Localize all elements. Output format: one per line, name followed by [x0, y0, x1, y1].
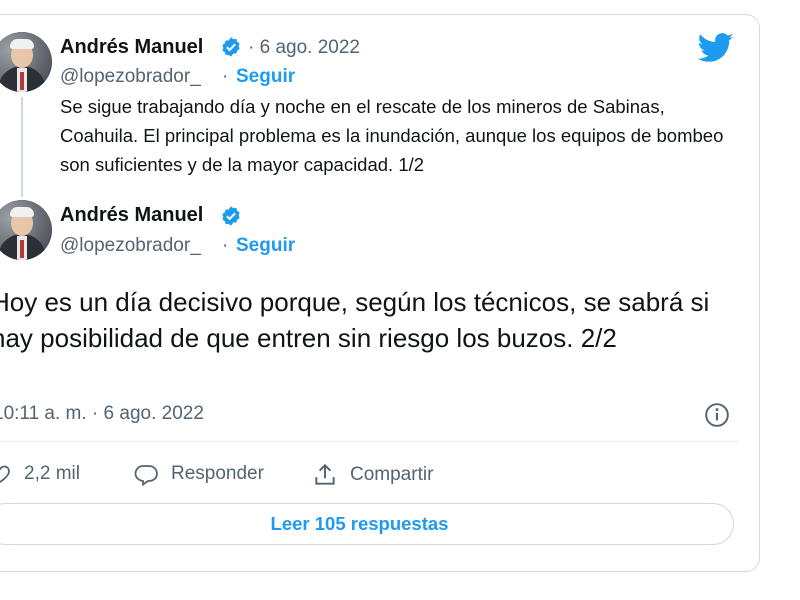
twitter-bird-icon[interactable]	[698, 33, 734, 63]
reply-icon	[134, 465, 158, 486]
heart-icon	[0, 465, 10, 484]
share-action[interactable]: Compartir	[312, 462, 433, 488]
read-replies-button[interactable]: Leer 105 respuestas	[0, 503, 734, 545]
follow-link[interactable]: Seguir	[236, 235, 295, 257]
share-label: Compartir	[350, 464, 434, 485]
reply-action[interactable]: Responder	[133, 462, 264, 486]
author-avatar[interactable]	[0, 200, 52, 260]
like-action[interactable]: 2,2 mil	[0, 462, 80, 486]
tweet-text-main: Hoy es un día decisivo porque, según los…	[0, 287, 710, 353]
author-handle[interactable]: @lopezobrador_	[60, 66, 201, 88]
handle-separator: ·	[222, 66, 229, 87]
tweet-text: Se sigue trabajando día y noche en el re…	[60, 96, 724, 175]
tweet-date[interactable]: · 6 ago. 2022	[248, 37, 360, 59]
handle-separator: ·	[222, 235, 229, 256]
author-avatar[interactable]	[0, 32, 52, 92]
share-icon	[315, 463, 335, 485]
author-handle[interactable]: @lopezobrador_	[60, 235, 201, 257]
author-name[interactable]: Andrés Manuel	[60, 204, 203, 227]
like-count: 2,2 mil	[24, 463, 80, 484]
info-icon[interactable]	[704, 402, 730, 428]
divider	[0, 441, 738, 442]
verified-badge-icon	[222, 206, 240, 226]
thread-connector-line	[21, 97, 23, 197]
follow-link[interactable]: Seguir	[236, 66, 295, 88]
tweet-timestamp[interactable]: 10:11 a. m. · 6 ago. 2022	[0, 403, 204, 425]
author-name[interactable]: Andrés Manuel	[60, 36, 203, 59]
verified-badge-icon	[222, 37, 240, 57]
reply-label: Responder	[171, 463, 264, 484]
